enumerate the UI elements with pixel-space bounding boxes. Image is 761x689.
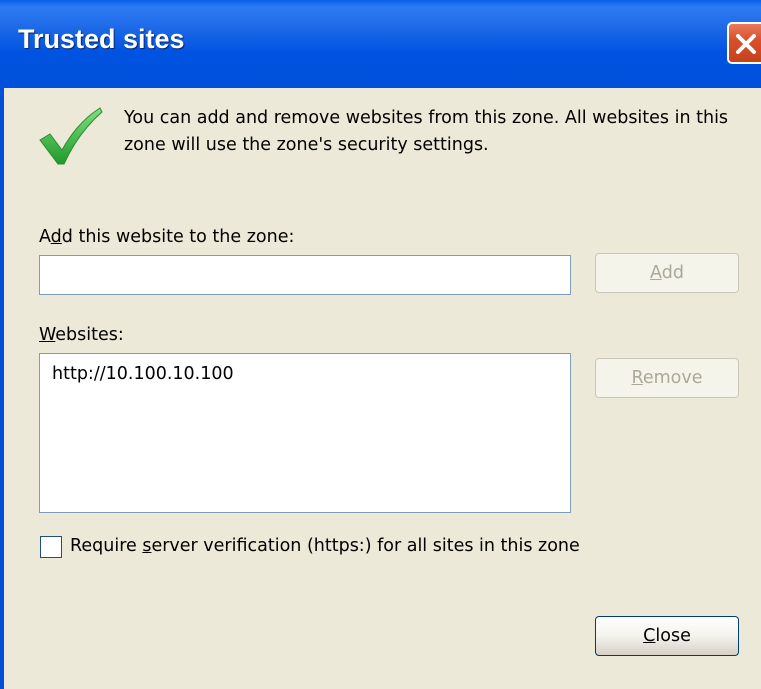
list-item[interactable]: http://10.100.10.100	[52, 364, 234, 384]
websites-list[interactable]: http://10.100.10.100	[39, 353, 571, 513]
add-button[interactable]: Add	[595, 253, 739, 293]
remove-button[interactable]: Remove	[595, 358, 739, 398]
add-site-label: Add this website to the zone:	[39, 227, 295, 247]
add-site-input[interactable]	[39, 255, 571, 295]
window-title: Trusted sites	[18, 24, 185, 54]
require-verification-label[interactable]: Require server verification (https:) for…	[70, 536, 580, 556]
window-frame	[0, 88, 4, 689]
require-verification-checkbox[interactable]	[40, 536, 62, 558]
window-close-button[interactable]	[727, 22, 761, 64]
intro-text: You can add and remove websites from thi…	[124, 108, 729, 155]
websites-label: Websites:	[39, 325, 124, 345]
title-bar[interactable]: Trusted sites	[0, 0, 761, 88]
checkmark-icon	[39, 107, 103, 165]
close-button[interactable]: Close	[595, 616, 739, 656]
trusted-sites-dialog: Trusted sites You can add and remove web…	[0, 0, 761, 689]
close-icon	[736, 34, 756, 54]
